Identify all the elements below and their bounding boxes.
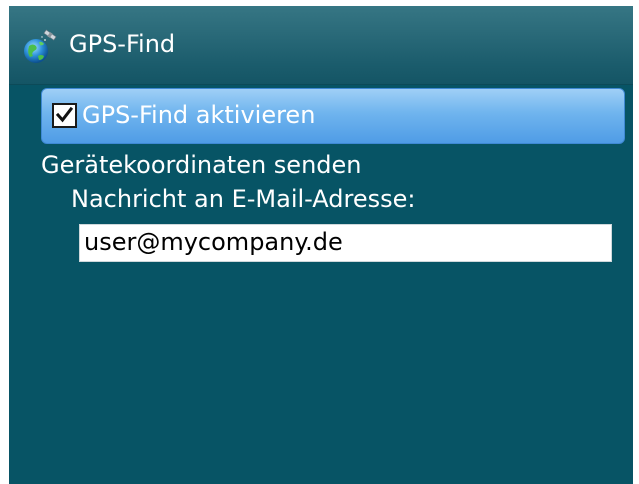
checkmark-icon xyxy=(55,106,74,123)
app-title: GPS-Find xyxy=(69,30,176,58)
send-coordinates-label: Gerätekoordinaten senden xyxy=(41,151,362,179)
enable-gps-find-checkbox[interactable] xyxy=(52,103,77,128)
enable-gps-find-label: GPS-Find aktivieren xyxy=(82,101,316,129)
enable-gps-find-row[interactable]: GPS-Find aktivieren xyxy=(41,88,625,144)
email-address-label: Nachricht an E-Mail-Adresse: xyxy=(71,185,416,213)
title-bar: GPS-Find xyxy=(9,6,633,85)
gps-find-screen: GPS-Find GPS-Find aktivieren Gerätekoord… xyxy=(9,6,633,484)
satellite-globe-icon xyxy=(21,26,61,66)
email-address-field[interactable]: user@mycompany.de xyxy=(79,224,612,262)
